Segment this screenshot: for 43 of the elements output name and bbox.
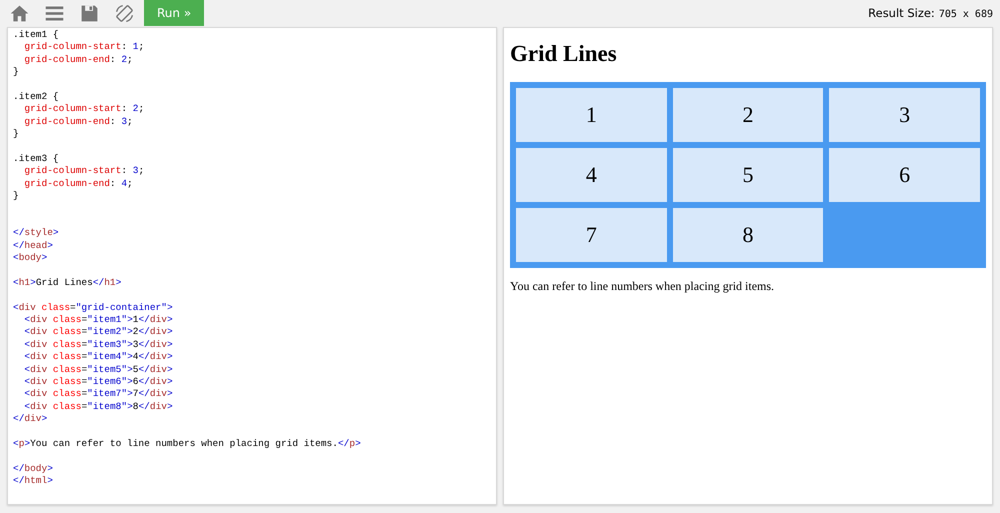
code-line: <div class="item4">4</div> [23, 351, 173, 364]
grid-item: 5 [672, 148, 824, 202]
code-line: <div class="item6">6</div> [23, 376, 173, 388]
grid-item: 3 [829, 88, 980, 142]
code-line: .item2 { [13, 90, 59, 104]
grid-item: 6 [829, 148, 980, 202]
code-line: <h1>Grid Lines</h1> [13, 276, 122, 290]
code-line: .item1 { [13, 29, 59, 42]
grid-item: 4 [516, 148, 667, 202]
code-line: <div class="item7">7</div> [23, 388, 173, 401]
code-line: grid-column-end: 4; [23, 178, 133, 190]
page-heading: Grid Lines [510, 41, 617, 67]
code-line: <div class="item2">2</div> [23, 326, 173, 339]
code-line: </body> [13, 462, 53, 476]
code-line: } [13, 190, 19, 202]
code-line: <div class="grid-container"> [13, 302, 173, 314]
code-line: <div class="item3">3</div> [23, 338, 173, 352]
grid-item: 7 [516, 208, 667, 262]
code-line: } [13, 128, 19, 141]
result-size-value: 705 x 689 [938, 9, 993, 20]
code-line: </html> [13, 475, 53, 488]
code-line: grid-column-start: 2; [23, 103, 144, 116]
code-line: .item3 { [13, 152, 59, 166]
code-line: grid-column-end: 3; [23, 116, 133, 128]
code-line: grid-column-start: 1; [23, 41, 144, 54]
code-line: grid-column-end: 2; [23, 54, 133, 66]
code-line: </head> [13, 240, 53, 252]
code-line: </style> [13, 227, 59, 240]
result-size-label: Result Size: [868, 6, 935, 20]
code-line: <div class="item5">5</div> [23, 364, 173, 376]
code-line: <p>You can refer to line numbers when placing grid items.</p> [13, 438, 361, 450]
code-line: <div class="item8">8</div> [23, 400, 173, 414]
grid-item: 2 [672, 88, 824, 142]
grid-item: 1 [516, 88, 667, 142]
code-line: </div> [13, 413, 48, 426]
paragraph: You can refer to line numbers when placing grid items. [510, 279, 774, 294]
code-line: grid-column-start: 3; [23, 165, 144, 178]
code-line: <div class="item1">1</div> [23, 314, 173, 326]
run-button[interactable]: Run » [144, 0, 204, 26]
code-line: <body> [13, 252, 48, 264]
code-editor[interactable] [7, 27, 497, 505]
grid-item: 8 [672, 208, 824, 262]
code-line: } [13, 66, 19, 79]
